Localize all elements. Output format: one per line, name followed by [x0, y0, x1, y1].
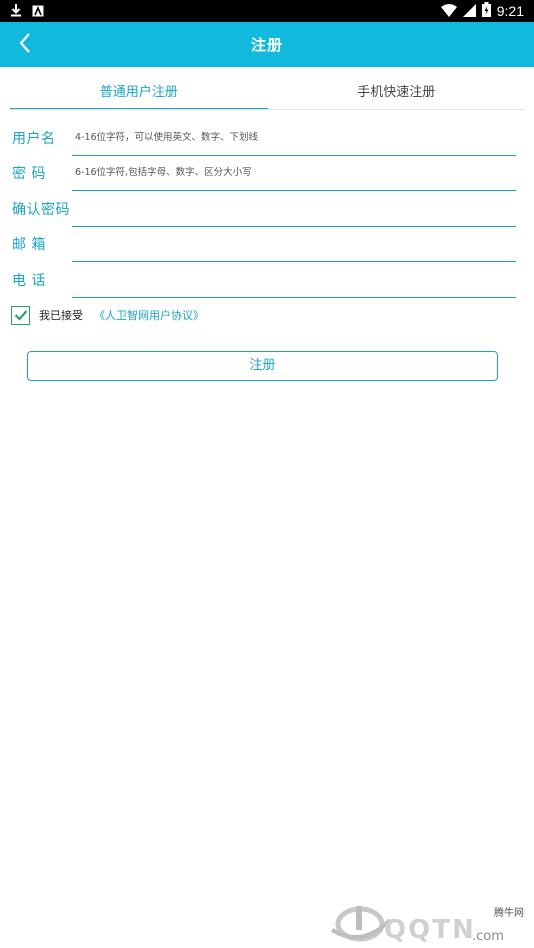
tab-bar: 普通用户注册 手机快速注册: [10, 76, 525, 110]
agreement-row: 我已接受 《人卫智网用户协议》: [11, 305, 204, 325]
page-title: 注册: [250, 36, 283, 54]
phone-row: 电 话: [10, 262, 516, 298]
tab-normal-register[interactable]: 普通用户注册: [10, 76, 268, 109]
password-label: 密 码: [12, 166, 46, 182]
signal-icon: [462, 2, 476, 21]
email-row: 邮 箱: [10, 226, 516, 262]
wifi-icon: [440, 2, 457, 21]
password-row: 密 码: [10, 155, 516, 191]
username-row: 用户名: [10, 120, 516, 156]
checkmark-icon: [14, 306, 28, 325]
register-button[interactable]: 注册: [27, 351, 498, 381]
chevron-left-icon: [18, 32, 32, 58]
agreement-checkbox[interactable]: [11, 305, 30, 325]
svg-text:.com: .com: [472, 929, 504, 944]
watermark-logo: QQTN .com: [330, 906, 504, 945]
app-notification-icon: [32, 2, 44, 21]
agreement-link[interactable]: 《人卫智网用户协议》: [94, 307, 204, 323]
confirm-password-label: 确认密码: [12, 202, 70, 218]
tab-phone-register[interactable]: 手机快速注册: [268, 76, 526, 109]
username-input[interactable]: [72, 120, 516, 156]
agreement-text: 我已接受: [39, 309, 83, 322]
password-input[interactable]: [72, 155, 516, 191]
svg-text:QQTN: QQTN: [384, 915, 476, 945]
battery-icon: [481, 1, 491, 21]
phone-label: 电 话: [12, 273, 46, 289]
email-label: 邮 箱: [12, 237, 46, 253]
status-bar: 9:21: [0, 0, 534, 22]
watermark-brand: 腾牛网: [494, 908, 524, 919]
phone-input[interactable]: [72, 262, 516, 298]
confirm-password-input[interactable]: [72, 191, 516, 227]
confirm-password-row: 确认密码: [10, 191, 516, 227]
watermark: 腾牛网 QQTN .com: [322, 890, 534, 948]
status-time: 9:21: [496, 3, 524, 19]
back-button[interactable]: [8, 28, 42, 62]
download-icon: [10, 2, 22, 21]
email-input[interactable]: [72, 226, 516, 262]
app-bar: 注册: [0, 22, 534, 67]
username-label: 用户名: [12, 131, 56, 147]
